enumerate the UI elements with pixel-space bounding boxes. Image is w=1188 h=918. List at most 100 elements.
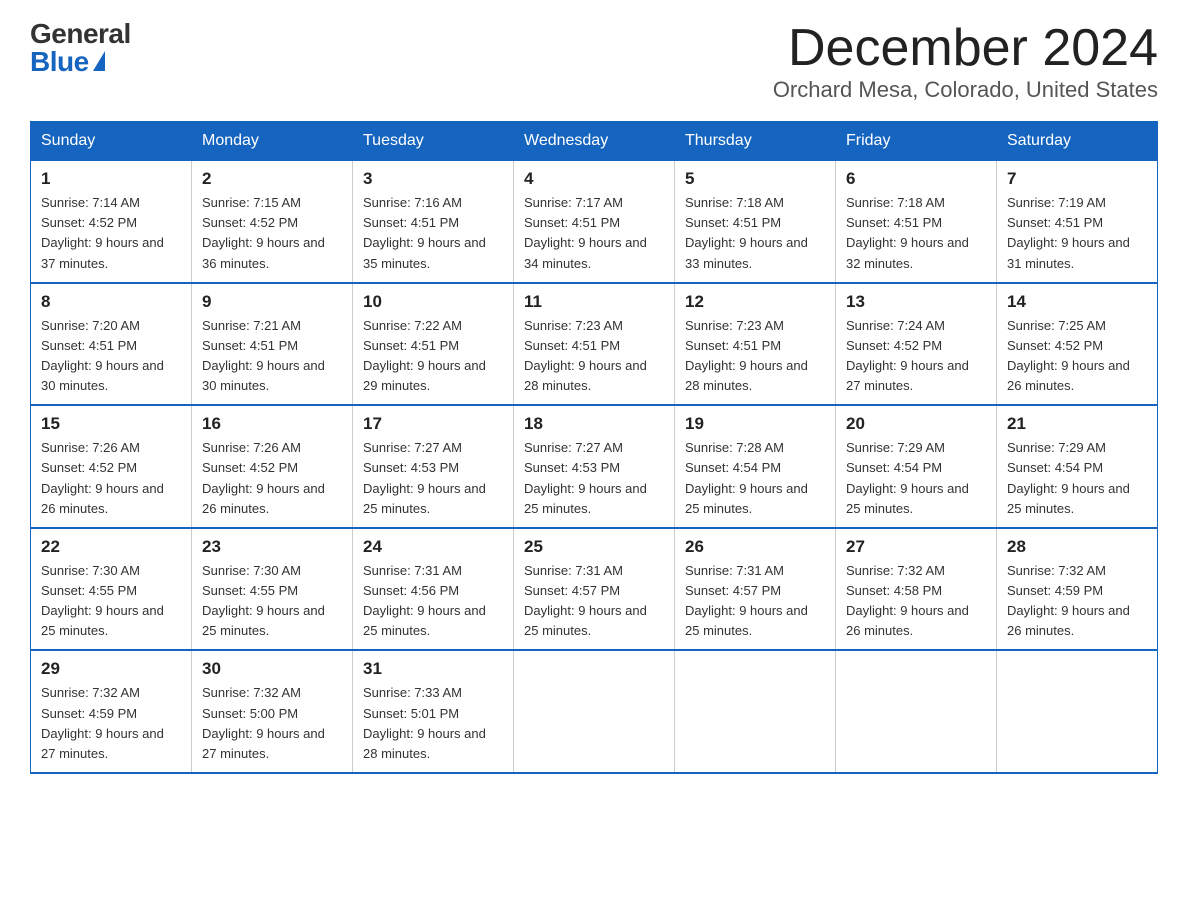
calendar-cell: 3 Sunrise: 7:16 AMSunset: 4:51 PMDayligh… [353, 161, 514, 283]
day-number: 15 [41, 414, 181, 434]
day-info: Sunrise: 7:26 AMSunset: 4:52 PMDaylight:… [202, 440, 325, 515]
calendar-table: SundayMondayTuesdayWednesdayThursdayFrid… [30, 121, 1158, 774]
calendar-cell [514, 650, 675, 773]
calendar-cell: 18 Sunrise: 7:27 AMSunset: 4:53 PMDaylig… [514, 405, 675, 528]
calendar-cell: 9 Sunrise: 7:21 AMSunset: 4:51 PMDayligh… [192, 283, 353, 406]
day-number: 17 [363, 414, 503, 434]
day-number: 11 [524, 292, 664, 312]
day-info: Sunrise: 7:26 AMSunset: 4:52 PMDaylight:… [41, 440, 164, 515]
day-number: 30 [202, 659, 342, 679]
day-number: 16 [202, 414, 342, 434]
weekday-header-saturday: Saturday [997, 122, 1158, 161]
day-number: 20 [846, 414, 986, 434]
calendar-cell: 30 Sunrise: 7:32 AMSunset: 5:00 PMDaylig… [192, 650, 353, 773]
day-number: 10 [363, 292, 503, 312]
calendar-cell: 10 Sunrise: 7:22 AMSunset: 4:51 PMDaylig… [353, 283, 514, 406]
day-info: Sunrise: 7:31 AMSunset: 4:57 PMDaylight:… [524, 563, 647, 638]
day-info: Sunrise: 7:22 AMSunset: 4:51 PMDaylight:… [363, 318, 486, 393]
day-number: 18 [524, 414, 664, 434]
day-info: Sunrise: 7:24 AMSunset: 4:52 PMDaylight:… [846, 318, 969, 393]
day-number: 25 [524, 537, 664, 557]
day-number: 13 [846, 292, 986, 312]
day-number: 31 [363, 659, 503, 679]
day-number: 8 [41, 292, 181, 312]
day-number: 6 [846, 169, 986, 189]
weekday-header-sunday: Sunday [31, 122, 192, 161]
day-info: Sunrise: 7:32 AMSunset: 4:58 PMDaylight:… [846, 563, 969, 638]
calendar-cell: 5 Sunrise: 7:18 AMSunset: 4:51 PMDayligh… [675, 161, 836, 283]
calendar-cell: 27 Sunrise: 7:32 AMSunset: 4:58 PMDaylig… [836, 528, 997, 651]
calendar-cell: 28 Sunrise: 7:32 AMSunset: 4:59 PMDaylig… [997, 528, 1158, 651]
calendar-cell: 20 Sunrise: 7:29 AMSunset: 4:54 PMDaylig… [836, 405, 997, 528]
calendar-cell: 2 Sunrise: 7:15 AMSunset: 4:52 PMDayligh… [192, 161, 353, 283]
calendar-cell: 26 Sunrise: 7:31 AMSunset: 4:57 PMDaylig… [675, 528, 836, 651]
day-info: Sunrise: 7:17 AMSunset: 4:51 PMDaylight:… [524, 195, 647, 270]
calendar-cell: 17 Sunrise: 7:27 AMSunset: 4:53 PMDaylig… [353, 405, 514, 528]
day-info: Sunrise: 7:32 AMSunset: 5:00 PMDaylight:… [202, 685, 325, 760]
calendar-week-row: 29 Sunrise: 7:32 AMSunset: 4:59 PMDaylig… [31, 650, 1158, 773]
calendar-cell: 21 Sunrise: 7:29 AMSunset: 4:54 PMDaylig… [997, 405, 1158, 528]
day-number: 14 [1007, 292, 1147, 312]
calendar-cell: 25 Sunrise: 7:31 AMSunset: 4:57 PMDaylig… [514, 528, 675, 651]
weekday-header-wednesday: Wednesday [514, 122, 675, 161]
logo: General Blue [30, 20, 131, 76]
calendar-cell: 6 Sunrise: 7:18 AMSunset: 4:51 PMDayligh… [836, 161, 997, 283]
month-title: December 2024 [773, 20, 1158, 77]
day-info: Sunrise: 7:18 AMSunset: 4:51 PMDaylight:… [685, 195, 808, 270]
day-info: Sunrise: 7:32 AMSunset: 4:59 PMDaylight:… [41, 685, 164, 760]
day-info: Sunrise: 7:23 AMSunset: 4:51 PMDaylight:… [685, 318, 808, 393]
day-info: Sunrise: 7:20 AMSunset: 4:51 PMDaylight:… [41, 318, 164, 393]
day-number: 7 [1007, 169, 1147, 189]
day-number: 3 [363, 169, 503, 189]
calendar-cell [997, 650, 1158, 773]
day-info: Sunrise: 7:18 AMSunset: 4:51 PMDaylight:… [846, 195, 969, 270]
weekday-header-tuesday: Tuesday [353, 122, 514, 161]
location-title: Orchard Mesa, Colorado, United States [773, 77, 1158, 103]
day-number: 4 [524, 169, 664, 189]
logo-general-text: General [30, 20, 131, 48]
day-info: Sunrise: 7:21 AMSunset: 4:51 PMDaylight:… [202, 318, 325, 393]
calendar-cell: 23 Sunrise: 7:30 AMSunset: 4:55 PMDaylig… [192, 528, 353, 651]
day-number: 27 [846, 537, 986, 557]
calendar-cell: 11 Sunrise: 7:23 AMSunset: 4:51 PMDaylig… [514, 283, 675, 406]
calendar-cell: 15 Sunrise: 7:26 AMSunset: 4:52 PMDaylig… [31, 405, 192, 528]
day-info: Sunrise: 7:33 AMSunset: 5:01 PMDaylight:… [363, 685, 486, 760]
calendar-cell: 29 Sunrise: 7:32 AMSunset: 4:59 PMDaylig… [31, 650, 192, 773]
calendar-cell: 13 Sunrise: 7:24 AMSunset: 4:52 PMDaylig… [836, 283, 997, 406]
logo-blue-text: Blue [30, 48, 105, 76]
page-header: General Blue December 2024 Orchard Mesa,… [30, 20, 1158, 103]
day-number: 21 [1007, 414, 1147, 434]
day-info: Sunrise: 7:15 AMSunset: 4:52 PMDaylight:… [202, 195, 325, 270]
weekday-header-thursday: Thursday [675, 122, 836, 161]
day-info: Sunrise: 7:28 AMSunset: 4:54 PMDaylight:… [685, 440, 808, 515]
day-number: 26 [685, 537, 825, 557]
day-number: 22 [41, 537, 181, 557]
day-info: Sunrise: 7:16 AMSunset: 4:51 PMDaylight:… [363, 195, 486, 270]
calendar-week-row: 15 Sunrise: 7:26 AMSunset: 4:52 PMDaylig… [31, 405, 1158, 528]
day-number: 24 [363, 537, 503, 557]
day-info: Sunrise: 7:31 AMSunset: 4:56 PMDaylight:… [363, 563, 486, 638]
calendar-week-row: 1 Sunrise: 7:14 AMSunset: 4:52 PMDayligh… [31, 161, 1158, 283]
calendar-cell [836, 650, 997, 773]
calendar-week-row: 8 Sunrise: 7:20 AMSunset: 4:51 PMDayligh… [31, 283, 1158, 406]
logo-triangle-icon [93, 51, 105, 71]
calendar-cell: 8 Sunrise: 7:20 AMSunset: 4:51 PMDayligh… [31, 283, 192, 406]
day-info: Sunrise: 7:14 AMSunset: 4:52 PMDaylight:… [41, 195, 164, 270]
day-number: 28 [1007, 537, 1147, 557]
calendar-cell [675, 650, 836, 773]
calendar-cell: 1 Sunrise: 7:14 AMSunset: 4:52 PMDayligh… [31, 161, 192, 283]
calendar-cell: 16 Sunrise: 7:26 AMSunset: 4:52 PMDaylig… [192, 405, 353, 528]
weekday-header-monday: Monday [192, 122, 353, 161]
title-section: December 2024 Orchard Mesa, Colorado, Un… [773, 20, 1158, 103]
day-number: 12 [685, 292, 825, 312]
calendar-cell: 24 Sunrise: 7:31 AMSunset: 4:56 PMDaylig… [353, 528, 514, 651]
calendar-cell: 4 Sunrise: 7:17 AMSunset: 4:51 PMDayligh… [514, 161, 675, 283]
day-info: Sunrise: 7:19 AMSunset: 4:51 PMDaylight:… [1007, 195, 1130, 270]
day-info: Sunrise: 7:27 AMSunset: 4:53 PMDaylight:… [524, 440, 647, 515]
day-number: 5 [685, 169, 825, 189]
day-number: 1 [41, 169, 181, 189]
day-number: 2 [202, 169, 342, 189]
day-number: 9 [202, 292, 342, 312]
calendar-week-row: 22 Sunrise: 7:30 AMSunset: 4:55 PMDaylig… [31, 528, 1158, 651]
day-info: Sunrise: 7:27 AMSunset: 4:53 PMDaylight:… [363, 440, 486, 515]
